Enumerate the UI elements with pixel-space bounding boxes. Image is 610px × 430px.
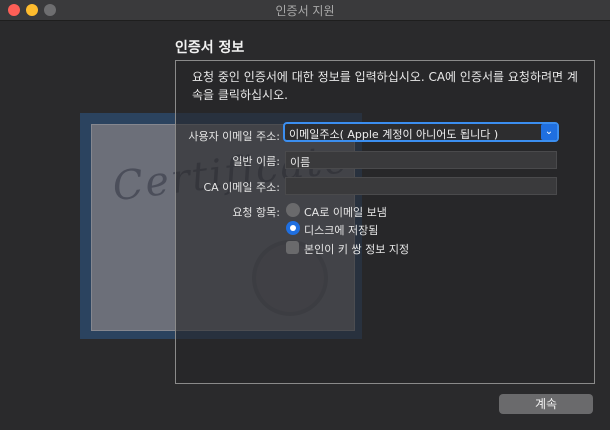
common-name-value: 이름: [290, 156, 311, 169]
common-name-field[interactable]: 이름: [285, 151, 557, 169]
email-label: 사용자 이메일 주소:: [188, 130, 280, 143]
continue-button[interactable]: 계속: [499, 394, 593, 414]
chevron-down-icon[interactable]: ⌄: [541, 124, 557, 140]
key-pair-checkbox-label[interactable]: 본인이 키 쌍 정보 지정: [304, 241, 409, 257]
request-label: 요청 항목:: [232, 206, 280, 219]
intro-text: 요청 중인 인증서에 대한 정보를 입력하십시오. CA에 인증서를 요청하려면…: [192, 70, 578, 102]
info-panel: [175, 60, 595, 384]
email-select[interactable]: 이메일주소( Apple 계정이 아니어도 됩니다 ) ⌄: [283, 122, 559, 142]
email-select-value: 이메일주소( Apple 계정이 아니어도 됩니다 ): [289, 128, 499, 141]
ca-email-field[interactable]: [285, 177, 557, 195]
radio-email-ca[interactable]: [286, 203, 300, 217]
title-bar: 인증서 지원: [0, 0, 610, 21]
radio-email-ca-label[interactable]: CA로 이메일 보냄: [304, 204, 387, 220]
ca-email-label: CA 이메일 주소:: [203, 181, 280, 194]
radio-save-disk-label[interactable]: 디스크에 저장됨: [304, 222, 378, 238]
key-pair-checkbox[interactable]: [286, 241, 299, 254]
section-title: 인증서 정보: [175, 40, 245, 56]
window-title: 인증서 지원: [275, 4, 335, 18]
radio-save-disk[interactable]: [286, 221, 300, 235]
common-name-label: 일반 이름:: [232, 155, 280, 168]
